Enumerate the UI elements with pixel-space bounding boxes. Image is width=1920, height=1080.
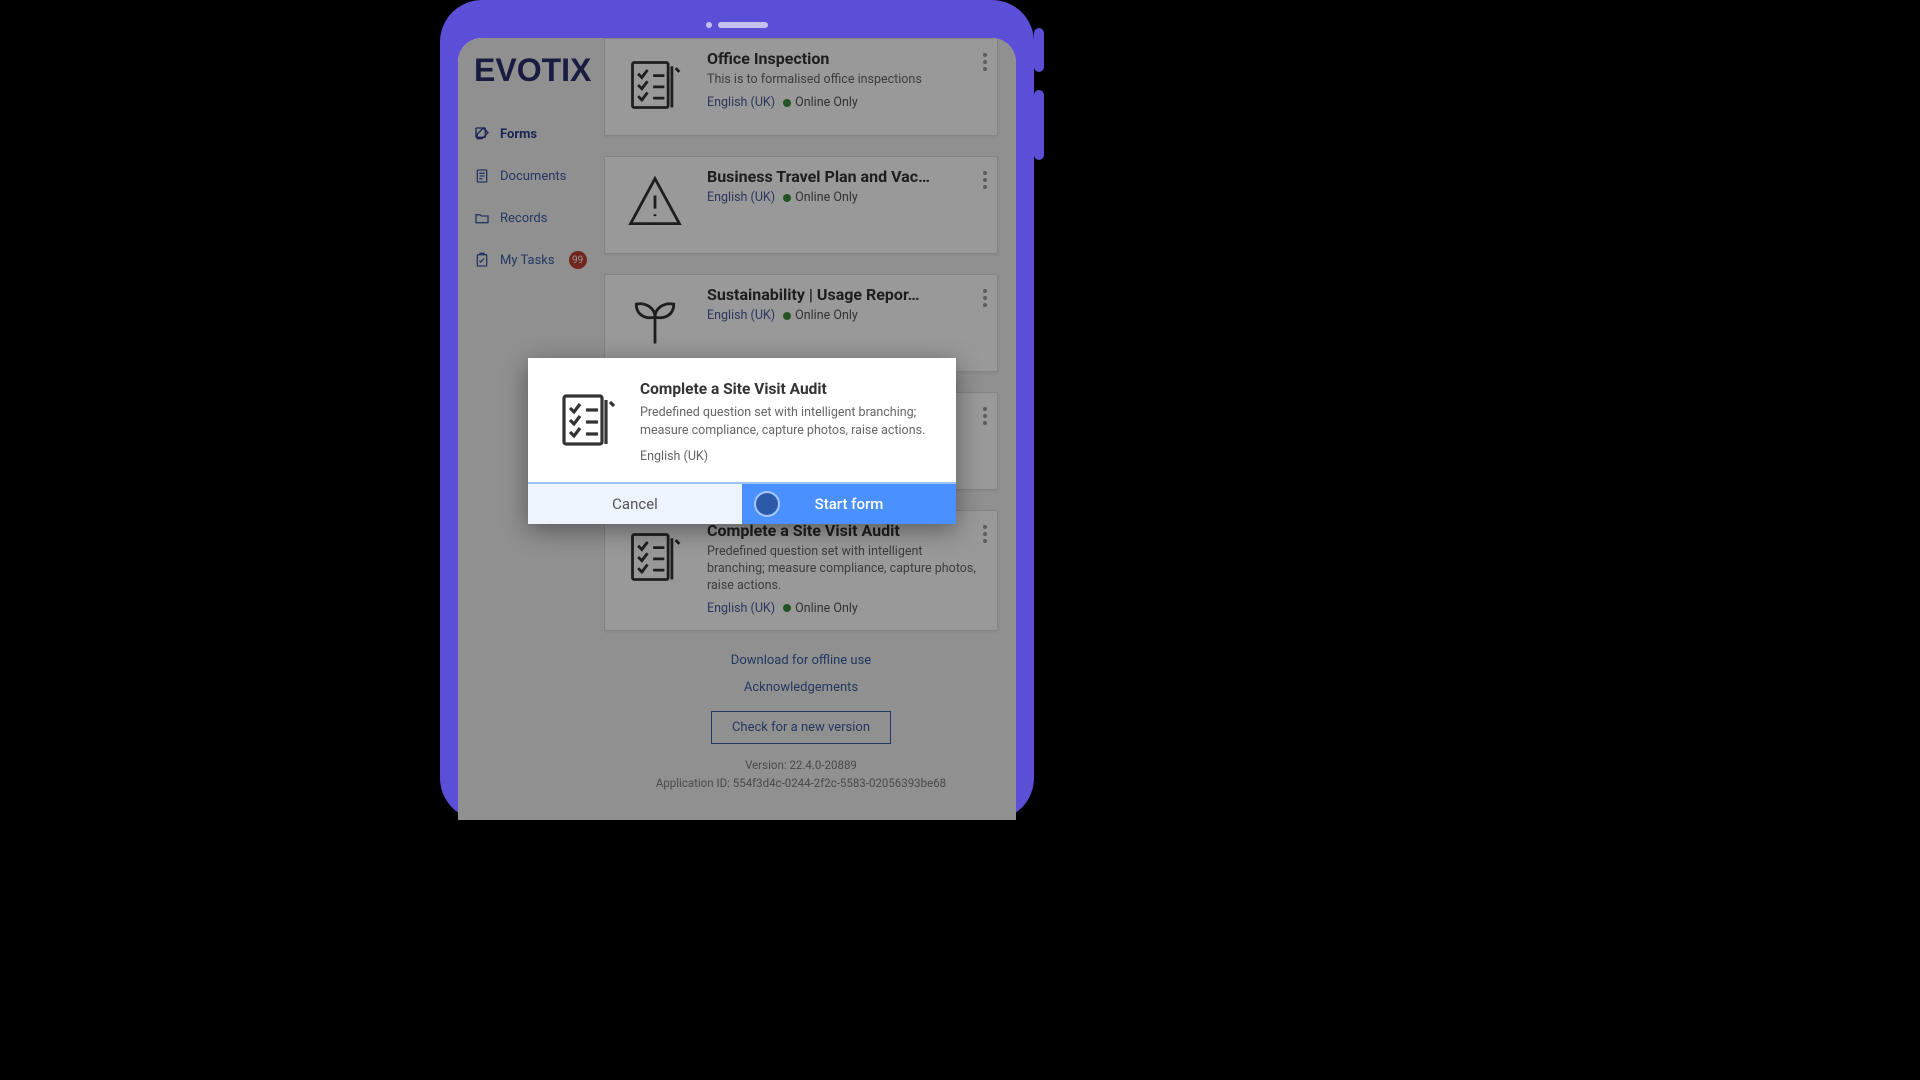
modal-title: Complete a Site Visit Audit (640, 380, 934, 398)
appid-text: Application ID: 554f3d4c-0244-2f2c-5583-… (604, 776, 998, 790)
version-text: Version: 22.4.0-20889 (604, 758, 998, 772)
download-offline-link[interactable]: Download for offline use (604, 653, 998, 668)
form-meta: English (UK)Online Only (707, 190, 983, 205)
checklist-icon (619, 49, 691, 121)
folder-icon (474, 210, 490, 226)
more-menu-icon[interactable] (983, 171, 987, 189)
form-title: Business Travel Plan and Vac… (707, 167, 983, 186)
modal-desc: Predefined question set with intelligent… (640, 404, 934, 439)
sidebar-item-forms[interactable]: Forms (474, 117, 596, 151)
acknowledgements-link[interactable]: Acknowledgements (604, 680, 998, 695)
form-meta: English (UK)Online Only (707, 308, 983, 323)
form-meta: English (UK)Online Only (707, 95, 983, 110)
more-menu-icon[interactable] (983, 407, 987, 425)
sidebar-item-label: Documents (500, 169, 566, 184)
clipboard-check-icon (474, 252, 490, 268)
sidebar-item-label: Records (500, 211, 547, 226)
plant-icon (619, 285, 691, 357)
touch-indicator-icon (756, 493, 778, 515)
form-title: Office Inspection (707, 49, 983, 68)
device-button (1034, 90, 1044, 160)
form-card[interactable]: Office Inspection This is to formalised … (604, 38, 998, 136)
sidebar-item-documents[interactable]: Documents (474, 159, 596, 193)
form-desc: Predefined question set with intelligent… (707, 544, 983, 595)
start-form-modal: Complete a Site Visit Audit Predefined q… (528, 358, 956, 524)
cancel-button[interactable]: Cancel (528, 484, 742, 524)
document-icon (474, 168, 490, 184)
form-card[interactable]: Complete a Site Visit Audit Predefined q… (604, 510, 998, 631)
more-menu-icon[interactable] (983, 53, 987, 71)
form-desc: This is to formalised office inspections (707, 72, 983, 89)
device-notch (706, 22, 768, 28)
sidebar-item-mytasks[interactable]: My Tasks 99 (474, 243, 596, 277)
check-version-button[interactable]: Check for a new version (711, 711, 891, 744)
tasks-badge: 99 (569, 251, 587, 269)
more-menu-icon[interactable] (983, 525, 987, 543)
start-form-label: Start form (815, 495, 884, 513)
form-title: Sustainability | Usage Repor… (707, 285, 983, 304)
checklist-icon (556, 388, 620, 452)
more-menu-icon[interactable] (983, 289, 987, 307)
pencil-square-icon (474, 126, 490, 142)
sidebar-item-label: My Tasks (500, 253, 555, 268)
start-form-button[interactable]: Start form (742, 484, 956, 524)
form-card[interactable]: Business Travel Plan and Vac… English (U… (604, 156, 998, 254)
sidebar-item-label: Forms (500, 127, 537, 142)
brand-logo: EVOTIX (474, 52, 596, 89)
checklist-icon (619, 521, 691, 593)
device-button (1034, 28, 1044, 72)
warning-icon (619, 167, 691, 239)
tablet-frame: EVOTIX Forms Documents Records My Tasks … (440, 0, 1034, 820)
sidebar-item-records[interactable]: Records (474, 201, 596, 235)
form-meta: English (UK)Online Only (707, 601, 983, 616)
screen: EVOTIX Forms Documents Records My Tasks … (458, 38, 1016, 820)
footer: Download for offline use Acknowledgement… (604, 631, 998, 790)
modal-lang: English (UK) (640, 449, 934, 464)
